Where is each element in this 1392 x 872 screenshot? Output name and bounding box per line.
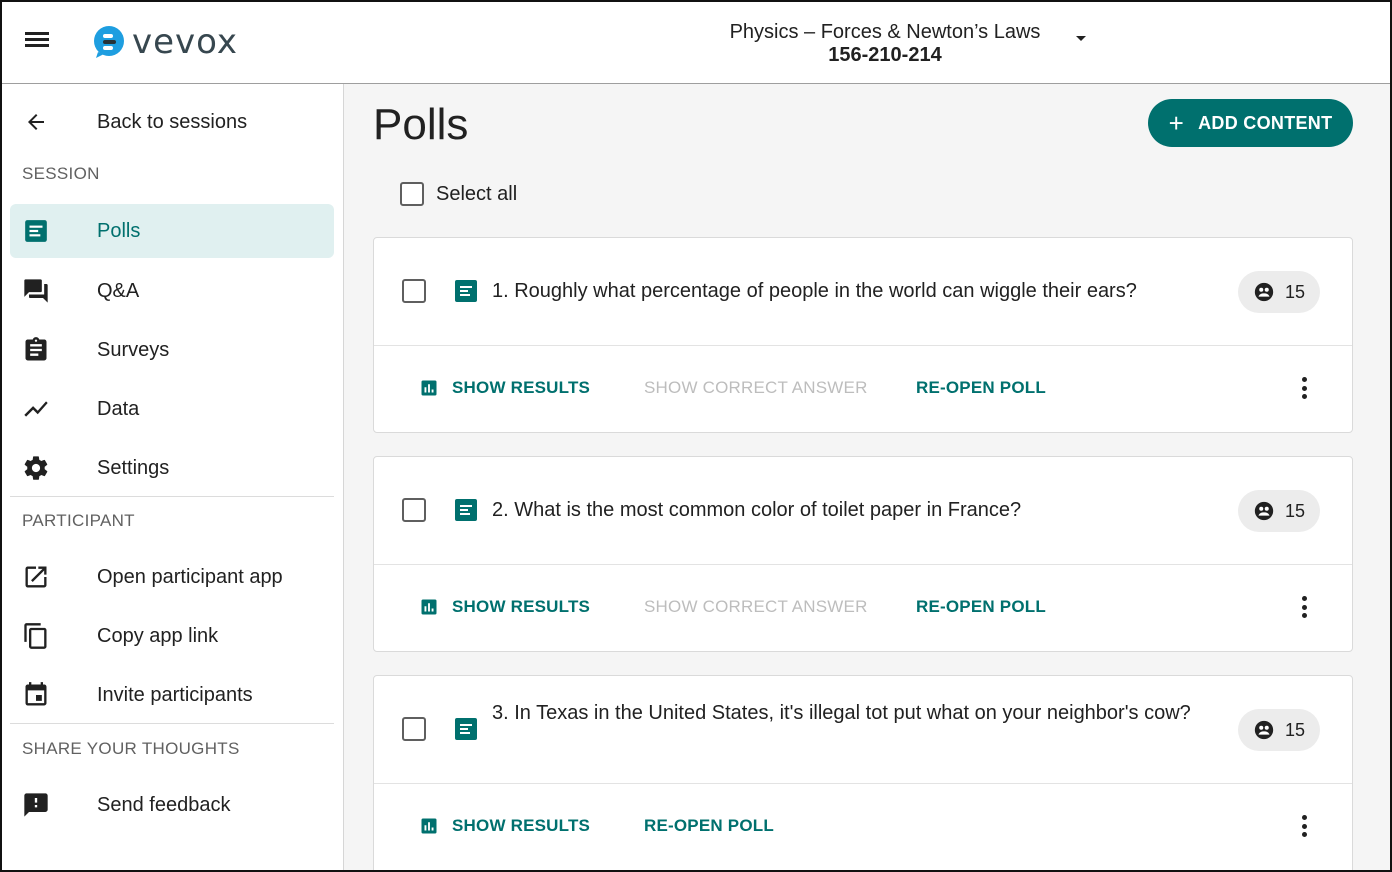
response-count: 15 <box>1284 719 1306 740</box>
poll-card: 1. Roughly what percentage of people in … <box>373 237 1353 433</box>
poll-card: 3. In Texas in the United States, it's i… <box>373 675 1353 870</box>
sidebar-item-label: Data <box>97 397 140 420</box>
bar-chart-icon <box>421 818 437 834</box>
show-results-button[interactable]: SHOW RESULTS <box>420 816 590 836</box>
show-results-label: SHOW RESULTS <box>452 378 591 397</box>
show-results-button[interactable]: SHOW RESULTS <box>420 597 590 617</box>
select-all-label: Select all <box>436 182 518 205</box>
poll-icon <box>455 718 477 740</box>
sidebar-item-data[interactable]: Data <box>10 382 334 436</box>
participants-icon <box>1254 282 1274 302</box>
menu-icon[interactable] <box>22 29 52 55</box>
show-results-label: SHOW RESULTS <box>452 816 591 835</box>
sidebar-item-label: Q&A <box>97 279 140 302</box>
re-open-poll-button[interactable]: RE-OPEN POLL <box>916 597 1046 617</box>
clipboard-icon <box>22 336 50 364</box>
section-divider <box>10 496 334 497</box>
response-count: 15 <box>1284 500 1306 521</box>
brand-name: vevox <box>132 22 239 62</box>
session-section-heading: SESSION <box>22 164 100 183</box>
sidebar-item-label: Open participant app <box>97 565 283 588</box>
section-divider <box>10 723 334 724</box>
show-correct-answer-button[interactable]: SHOW CORRECT ANSWER <box>644 378 868 398</box>
vevox-logo[interactable]: vevox <box>92 22 238 62</box>
re-open-poll-button[interactable]: RE-OPEN POLL <box>916 378 1046 398</box>
app-window: vevox Physics – Forces & Newton’s Laws 1… <box>0 0 1392 872</box>
poll-icon <box>455 499 477 521</box>
poll-question[interactable]: 2. What is the most common color of toil… <box>492 494 1202 526</box>
participants-icon <box>1254 720 1274 740</box>
calendar-icon <box>22 681 50 709</box>
sidebar-item-label: Invite participants <box>97 683 253 706</box>
sidebar-item-surveys[interactable]: Surveys <box>10 323 334 377</box>
open-external-icon <box>22 563 50 591</box>
more-options-icon[interactable] <box>1292 814 1316 838</box>
back-to-sessions-link[interactable]: Back to sessions <box>10 95 334 149</box>
poll-card-header: 2. What is the most common color of toil… <box>374 457 1352 565</box>
more-options-icon[interactable] <box>1292 376 1316 400</box>
sidebar-item-settings[interactable]: Settings <box>10 441 334 495</box>
poll-checkbox[interactable] <box>402 279 426 303</box>
response-count: 15 <box>1284 281 1306 302</box>
poll-question[interactable]: 3. In Texas in the United States, it's i… <box>492 697 1202 729</box>
sidebar-item-label: Send feedback <box>97 793 231 816</box>
poll-card-header: 3. In Texas in the United States, it's i… <box>374 676 1352 784</box>
poll-actions: SHOW RESULTS RE-OPEN POLL <box>374 784 1352 870</box>
select-all-checkbox[interactable] <box>400 182 424 206</box>
response-count-badge: 15 <box>1238 490 1320 532</box>
caret-down-icon <box>1076 36 1086 41</box>
more-options-icon[interactable] <box>1292 595 1316 619</box>
gear-icon <box>22 454 50 482</box>
poll-icon <box>22 217 50 245</box>
participant-section-heading: PARTICIPANT <box>22 511 135 530</box>
top-bar: vevox Physics – Forces & Newton’s Laws 1… <box>2 2 1390 84</box>
trend-line-icon <box>22 395 50 423</box>
session-code: 156-210-214 <box>828 44 942 66</box>
bar-chart-icon <box>421 380 437 396</box>
thoughts-section-heading: SHARE YOUR THOUGHTS <box>22 739 240 758</box>
add-content-button[interactable]: + ADD CONTENT <box>1148 99 1353 147</box>
poll-question[interactable]: 1. Roughly what percentage of people in … <box>492 275 1202 307</box>
re-open-poll-button[interactable]: RE-OPEN POLL <box>644 816 774 836</box>
participants-icon <box>1254 501 1274 521</box>
poll-card-header: 1. Roughly what percentage of people in … <box>374 238 1352 346</box>
response-count-badge: 15 <box>1238 709 1320 751</box>
sidebar-item-send-feedback[interactable]: Send feedback <box>10 778 334 832</box>
show-correct-answer-button[interactable]: SHOW CORRECT ANSWER <box>644 597 868 617</box>
sidebar-item-qa[interactable]: Q&A <box>10 264 334 318</box>
session-selector[interactable]: Physics – Forces & Newton’s Laws 156-210… <box>702 20 1102 68</box>
main-content: Polls + ADD CONTENT Select all 1. Roughl… <box>345 84 1390 870</box>
back-label: Back to sessions <box>97 110 248 133</box>
sidebar-item-label: Copy app link <box>97 624 219 647</box>
page-title: Polls <box>373 100 469 149</box>
add-content-label: ADD CONTENT <box>1198 112 1333 133</box>
response-count-badge: 15 <box>1238 271 1320 313</box>
sidebar-item-polls[interactable]: Polls <box>10 204 334 258</box>
sidebar: Back to sessions SESSION Polls Q&A Surve… <box>2 84 344 870</box>
select-all-control[interactable]: Select all <box>400 182 517 206</box>
sidebar-item-label: Surveys <box>97 338 170 361</box>
bar-chart-icon <box>421 599 437 615</box>
poll-card: 2. What is the most common color of toil… <box>373 456 1353 652</box>
poll-actions: SHOW RESULTS SHOW CORRECT ANSWER RE-OPEN… <box>374 565 1352 651</box>
arrow-back-icon <box>22 108 50 136</box>
poll-actions: SHOW RESULTS SHOW CORRECT ANSWER RE-OPEN… <box>374 346 1352 432</box>
sidebar-item-invite-participants[interactable]: Invite participants <box>10 668 334 722</box>
sidebar-item-copy-app-link[interactable]: Copy app link <box>10 609 334 663</box>
vevox-logo-mark <box>94 26 124 58</box>
sidebar-item-label: Polls <box>97 219 141 242</box>
show-results-button[interactable]: SHOW RESULTS <box>420 378 590 398</box>
plus-icon: + <box>1168 108 1185 138</box>
feedback-icon <box>22 791 50 819</box>
session-title: Physics – Forces & Newton’s Laws <box>729 21 1041 43</box>
copy-icon <box>22 622 50 650</box>
forum-icon <box>22 277 50 305</box>
show-results-label: SHOW RESULTS <box>452 597 591 616</box>
sidebar-item-open-participant-app[interactable]: Open participant app <box>10 550 334 604</box>
poll-checkbox[interactable] <box>402 498 426 522</box>
sidebar-item-label: Settings <box>97 456 170 479</box>
poll-icon <box>455 280 477 302</box>
poll-checkbox[interactable] <box>402 717 426 741</box>
